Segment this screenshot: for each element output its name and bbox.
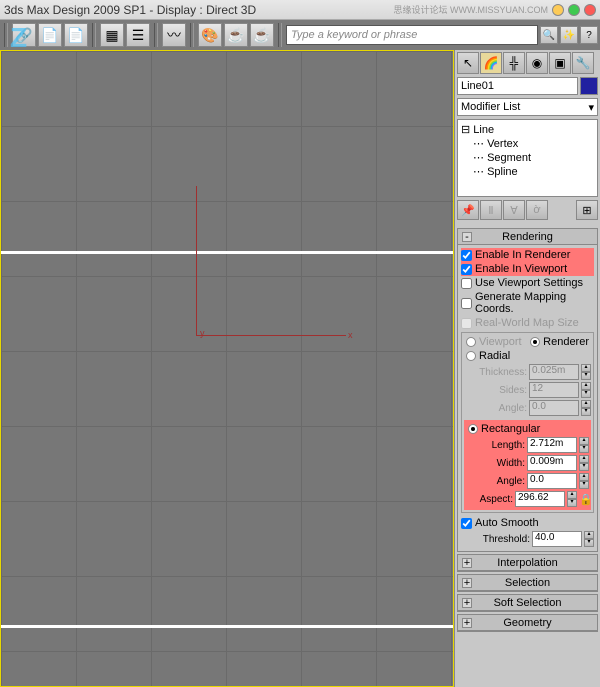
make-unique-icon[interactable]: ∀ <box>503 200 525 220</box>
aspect-spinner[interactable]: ▴▾ <box>567 491 577 507</box>
help-icon[interactable]: ? <box>580 26 598 44</box>
selection-rollout-header[interactable]: +Selection <box>458 575 597 591</box>
width-spinner[interactable]: ▴▾ <box>579 455 589 471</box>
rendering-rollout-header[interactable]: - Rendering <box>458 229 597 245</box>
spline-object-2[interactable] <box>1 625 453 628</box>
gen-mapping-checkbox[interactable] <box>461 298 472 309</box>
spline-object-1[interactable] <box>1 251 453 254</box>
configure-icon[interactable]: ⊞ <box>576 200 598 220</box>
renderer-radio[interactable] <box>530 337 540 347</box>
watermark: 思缘设计论坛 WWW.MISSYUAN.COM <box>394 3 549 16</box>
radial-radio[interactable] <box>466 351 476 361</box>
sides-input: 12 <box>529 382 579 398</box>
interpolation-rollout-header[interactable]: +Interpolation <box>458 555 597 571</box>
axis-x-label: x <box>348 330 353 340</box>
maximize-button[interactable] <box>568 4 580 16</box>
remove-icon[interactable]: ờ <box>526 200 548 220</box>
enable-renderer-checkbox[interactable] <box>461 250 472 261</box>
sparkle-icon[interactable]: ✨ <box>560 26 578 44</box>
angle-input: 0.0 <box>529 400 579 416</box>
teapot2-icon[interactable]: ☕ <box>250 23 274 47</box>
length-input[interactable]: 2.712m <box>527 437 577 453</box>
curve-icon[interactable]: 〰 <box>162 23 186 47</box>
minimize-button[interactable] <box>552 4 564 16</box>
render-icon[interactable]: 🎨 <box>198 23 222 47</box>
angle2-input[interactable]: 0.0 <box>527 473 577 489</box>
modifier-stack[interactable]: ⊟ Line ⋯ Vertex ⋯ Segment ⋯ Spline <box>457 119 598 197</box>
object-color-swatch[interactable] <box>580 77 598 95</box>
rectangular-radio[interactable] <box>468 424 478 434</box>
command-panel: ↖ 🌈 ╬ ◉ ▣ 🔧 Line01 Modifier List▾ ⊟ Line… <box>454 50 600 687</box>
logo: Z <box>10 22 50 52</box>
collapse-icon: - <box>462 232 472 242</box>
thickness-input: 0.025m <box>529 364 579 380</box>
tab-motion[interactable]: ◉ <box>526 52 548 74</box>
search-icon[interactable]: 🔍 <box>540 26 558 44</box>
main-toolbar: 🔗 📄 📄 ▦ ☰ 〰 🎨 ☕ ☕ Type a keyword or phra… <box>0 20 600 50</box>
tab-modify[interactable]: 🌈 <box>480 52 502 74</box>
viewport-grid <box>1 51 453 686</box>
doc2-icon[interactable]: 📄 <box>64 23 88 47</box>
grid-icon[interactable]: ▦ <box>100 23 124 47</box>
enable-viewport-checkbox[interactable] <box>461 264 472 275</box>
length-spinner[interactable]: ▴▾ <box>579 437 589 453</box>
use-viewport-checkbox[interactable] <box>461 278 472 289</box>
axis-y-label: y <box>200 328 205 338</box>
chevron-down-icon: ▾ <box>588 101 594 114</box>
app-title: 3ds Max Design 2009 SP1 - Display : Dire… <box>4 3 256 17</box>
lock-icon[interactable]: 🔒 <box>579 493 589 506</box>
geometry-rollout-header[interactable]: +Geometry <box>458 615 597 631</box>
angle2-spinner[interactable]: ▴▾ <box>579 473 589 489</box>
threshold-input[interactable]: 40.0 <box>532 531 582 547</box>
modifier-list-dropdown[interactable]: Modifier List▾ <box>457 98 598 116</box>
real-world-checkbox <box>461 318 472 329</box>
tab-display[interactable]: ▣ <box>549 52 571 74</box>
close-button[interactable] <box>584 4 596 16</box>
tab-utilities[interactable]: 🔧 <box>572 52 594 74</box>
show-result-icon[interactable]: Ⅱ <box>480 200 502 220</box>
teapot-icon[interactable]: ☕ <box>224 23 248 47</box>
tab-hierarchy[interactable]: ╬ <box>503 52 525 74</box>
object-name-input[interactable]: Line01 <box>457 77 578 95</box>
search-input[interactable]: Type a keyword or phrase <box>286 25 538 45</box>
threshold-spinner[interactable]: ▴▾ <box>584 531 594 547</box>
layers-icon[interactable]: ☰ <box>126 23 150 47</box>
pin-stack-icon[interactable]: 📌 <box>457 200 479 220</box>
viewport-radio[interactable] <box>466 337 476 347</box>
viewport[interactable]: y x <box>0 50 454 687</box>
aspect-input[interactable]: 296.62 <box>515 491 565 507</box>
width-input[interactable]: 0.009m <box>527 455 577 471</box>
tab-create[interactable]: ↖ <box>457 52 479 74</box>
soft-selection-rollout-header[interactable]: +Soft Selection <box>458 595 597 611</box>
auto-smooth-checkbox[interactable] <box>461 518 472 529</box>
